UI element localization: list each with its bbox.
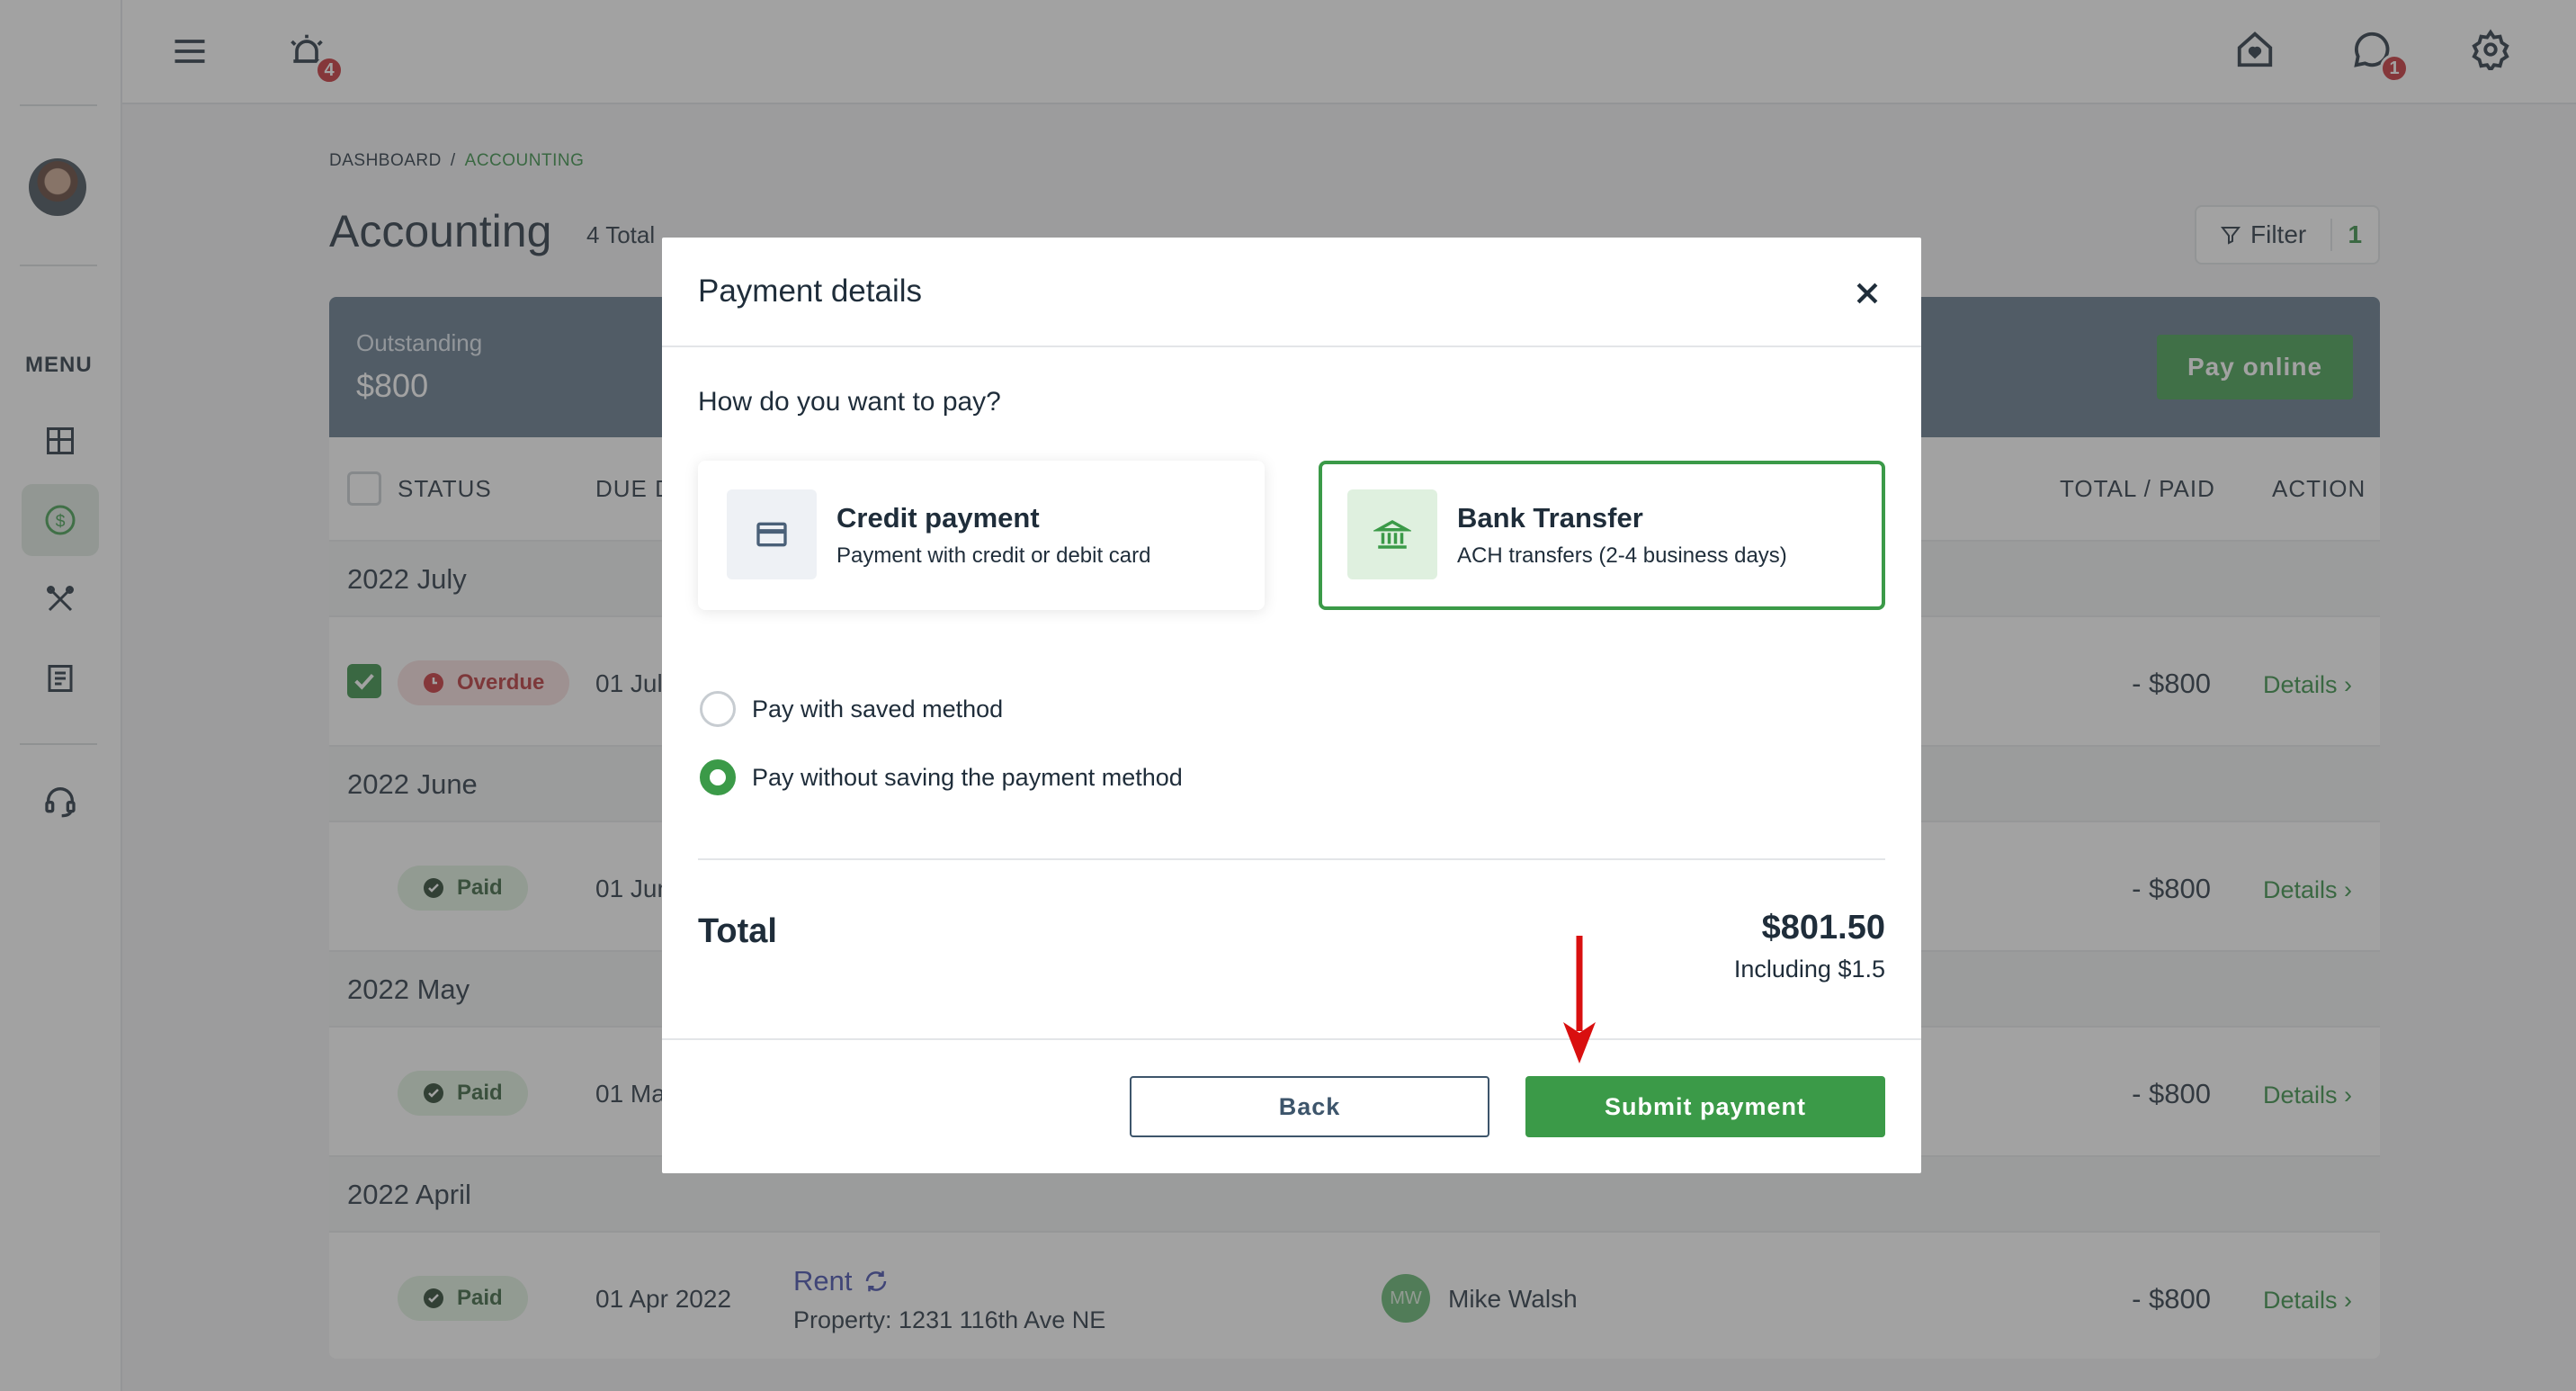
option-title: Credit payment xyxy=(836,502,1040,534)
payment-details-modal: Payment details How do you want to pay? … xyxy=(662,238,1921,1173)
bank-icon xyxy=(1347,489,1437,579)
credit-card-icon xyxy=(727,489,817,579)
option-subtitle: ACH transfers (2-4 business days) xyxy=(1457,543,1787,568)
radio-button[interactable] xyxy=(700,759,736,795)
back-button[interactable]: Back xyxy=(1130,1076,1489,1137)
total-label: Total xyxy=(698,912,777,950)
divider xyxy=(698,858,1885,860)
total-note: Including $1.5 xyxy=(1733,956,1885,983)
option-title: Bank Transfer xyxy=(1457,502,1643,534)
footer-divider xyxy=(662,1038,1921,1040)
radio-label: Pay with saved method xyxy=(752,695,1004,722)
credit-payment-option[interactable]: Credit payment Payment with credit or de… xyxy=(698,461,1265,610)
payment-question: How do you want to pay? xyxy=(698,387,1001,417)
modal-title: Payment details xyxy=(698,274,923,309)
annotation-arrow-icon xyxy=(1563,936,1596,1063)
close-icon xyxy=(1856,283,1878,304)
close-button[interactable] xyxy=(1846,272,1889,315)
radio-button[interactable] xyxy=(700,691,736,727)
total-value: $801.50 xyxy=(1761,909,1885,947)
radio-without-saving[interactable]: Pay without saving the payment method xyxy=(700,759,1183,795)
submit-payment-button[interactable]: Submit payment xyxy=(1525,1076,1885,1137)
bank-transfer-option[interactable]: Bank Transfer ACH transfers (2-4 busines… xyxy=(1319,461,1885,610)
option-subtitle: Payment with credit or debit card xyxy=(836,543,1151,568)
radio-label: Pay without saving the payment method xyxy=(752,763,1183,791)
modal-header: Payment details xyxy=(662,238,1921,347)
radio-saved-method[interactable]: Pay with saved method xyxy=(700,691,1003,727)
